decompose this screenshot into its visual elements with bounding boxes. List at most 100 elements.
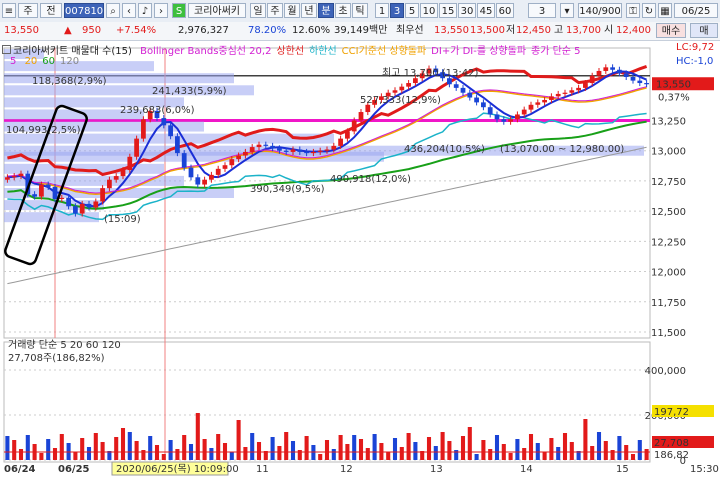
volume-bars (4, 413, 650, 460)
open-label: 시 (604, 25, 614, 36)
legend-item-2: 하한선 (309, 46, 337, 57)
interval-30[interactable]: 30 (458, 3, 476, 18)
candle-body (202, 179, 207, 185)
calendar-icon[interactable]: ▦ (658, 3, 672, 18)
candle-body (209, 174, 214, 180)
period-6[interactable]: 틱 (352, 3, 368, 18)
next-icon[interactable]: › (154, 3, 168, 18)
candle-body (494, 114, 500, 120)
legend-toggle-icon[interactable] (2, 45, 11, 54)
candle-body (11, 176, 17, 178)
search-icon[interactable]: ⌕ (106, 3, 120, 18)
volume-bar (590, 446, 595, 460)
volume-bar (426, 437, 432, 460)
x-tick-label: 06/24 (4, 464, 36, 475)
volume-bar (372, 434, 377, 460)
candle-body (542, 99, 547, 103)
period-0[interactable]: 일 (250, 3, 266, 18)
count-field[interactable]: 140/900 (578, 3, 622, 18)
lc-value: LC:9,72 (676, 42, 715, 53)
period-5[interactable]: 초 (335, 3, 351, 18)
market-select[interactable]: 주 (18, 3, 38, 18)
lock-icon[interactable]: ⚿ (626, 3, 640, 18)
stock-name[interactable]: 코리아써키 (188, 3, 246, 18)
candle-body (453, 84, 459, 88)
volume-bar (86, 447, 92, 460)
sell-button[interactable]: 매 (690, 23, 718, 38)
chevron-down-icon[interactable]: ▾ (560, 3, 574, 18)
volume-bar (324, 440, 330, 460)
ratio-a: 78.20% (248, 25, 287, 36)
volume-bar (617, 436, 622, 460)
vp-label: 241,433(5,9%) (152, 86, 227, 97)
candle-body (515, 114, 520, 120)
volume-bar (120, 428, 126, 460)
interval-15[interactable]: 15 (439, 3, 457, 18)
period-4[interactable]: 분 (318, 3, 334, 18)
volume-bar (488, 449, 493, 460)
candle-body (107, 179, 112, 189)
refresh-icon[interactable]: ↻ (642, 3, 656, 18)
scope-select[interactable]: 전 (40, 3, 62, 18)
period-1[interactable]: 주 (267, 3, 283, 18)
candle-body (222, 165, 228, 169)
interval-60[interactable]: 60 (496, 3, 514, 18)
volume-bar (5, 436, 10, 460)
interval-input[interactable]: 3 (528, 3, 556, 18)
volume-bar (134, 441, 139, 460)
vp-label: 436,204(10,5%) (404, 144, 485, 155)
interval-10[interactable]: 10 (420, 3, 438, 18)
volume-bar (583, 419, 588, 460)
candle-body (644, 83, 649, 85)
candle-body (79, 203, 85, 214)
trade-volume: 2,976,327 (178, 25, 229, 36)
volume-bar (59, 434, 64, 460)
menu-icon[interactable]: ≡ (2, 3, 16, 18)
volume-bar (637, 440, 642, 460)
candle-body (555, 93, 561, 97)
volume-bar (73, 452, 78, 460)
best-ask: 13,550 (434, 25, 469, 36)
tag-s[interactable]: S (172, 3, 186, 18)
candle-body (623, 73, 629, 77)
y-tick-label: 12,500 (651, 207, 686, 218)
volume-bar (508, 453, 513, 460)
candle-body (583, 83, 588, 88)
candle-body (120, 170, 126, 177)
ma-item-0: 20 (24, 56, 38, 67)
candle-body (358, 112, 364, 121)
candle-body (603, 67, 609, 71)
candle-body (249, 147, 255, 152)
volume-bar (365, 448, 370, 460)
high-label: 최고 13,700 (13:42) (382, 67, 478, 79)
speaker-icon[interactable]: ♪ (138, 3, 152, 18)
price-chart[interactable]: 거래량 단순 5 20 60 120 27,708주(186,82%) 최고 13,… (0, 40, 720, 478)
interval-3[interactable]: 3 (390, 3, 404, 18)
volume-bar (433, 446, 438, 460)
buy-button[interactable]: 매수 (656, 23, 686, 38)
price-badge: 13,550 (656, 79, 691, 90)
interval-45[interactable]: 45 (477, 3, 495, 18)
candle-body (399, 86, 405, 91)
candle-body (100, 188, 105, 202)
period-2[interactable]: 월 (284, 3, 300, 18)
legend-item-3: CCI기준선 상향돌파 (341, 46, 427, 57)
trade-amount: 39,149백만 (334, 25, 388, 36)
volume-bar (39, 453, 44, 460)
volume-bar (250, 433, 255, 460)
volume-bar (168, 440, 173, 460)
candle-body (229, 159, 235, 166)
time-axis: 06/24 06/25 11 12 13 14 15 15:30:0 2020/06/25(목)… (4, 461, 720, 476)
stock-code-input[interactable]: 007810 (64, 3, 104, 18)
date-field[interactable]: 06/25 (674, 3, 718, 18)
candle-body (474, 97, 479, 103)
candle-body (113, 176, 119, 180)
interval-1[interactable]: 1 (375, 3, 389, 18)
period-3[interactable]: 년 (301, 3, 317, 18)
candle-body (311, 151, 316, 154)
candle-body (283, 150, 289, 152)
volume-bar (256, 442, 262, 460)
candle-body (521, 109, 527, 115)
interval-5[interactable]: 5 (405, 3, 419, 18)
prev-icon[interactable]: ‹ (122, 3, 136, 18)
